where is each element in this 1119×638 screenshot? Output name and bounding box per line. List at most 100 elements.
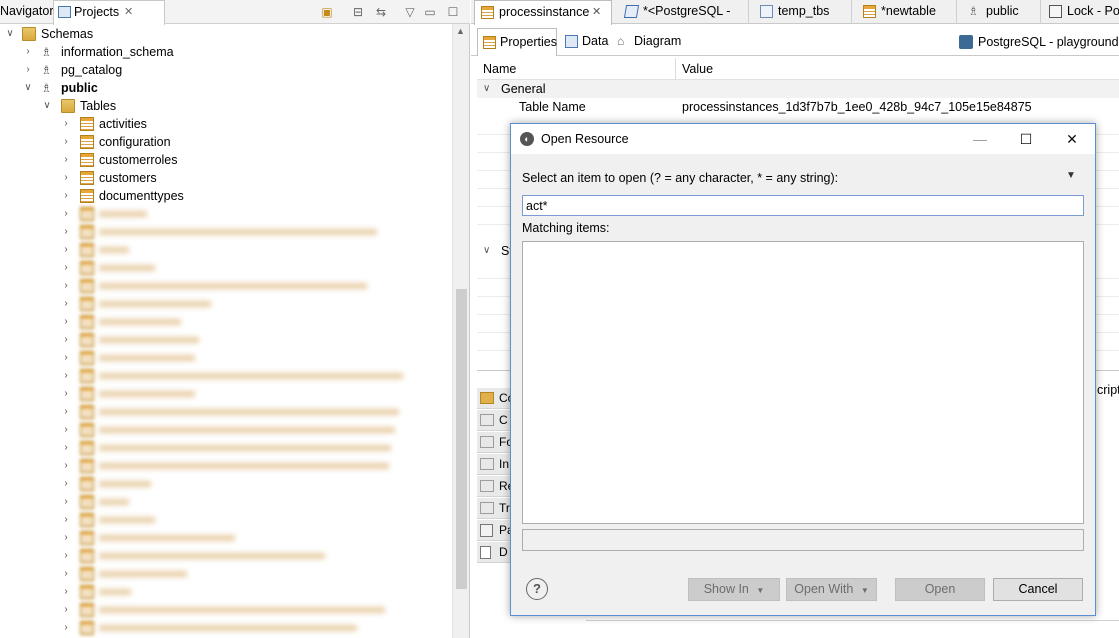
redacted-table-row[interactable]: › bbox=[0, 619, 450, 637]
show-in-button[interactable]: Show In ▼ bbox=[688, 578, 780, 601]
chevron-right-icon[interactable]: › bbox=[60, 241, 72, 259]
new-folder-icon[interactable]: ▣ bbox=[318, 3, 336, 21]
close-tab-icon[interactable]: ✕ bbox=[592, 1, 601, 24]
redacted-table-row[interactable]: › bbox=[0, 511, 450, 529]
chevron-right-icon[interactable]: › bbox=[22, 43, 34, 61]
chevron-right-icon[interactable]: › bbox=[60, 601, 72, 619]
tab-sql-editor[interactable]: *<PostgreSQL - bbox=[619, 0, 749, 24]
search-input[interactable] bbox=[522, 195, 1084, 216]
redacted-table-row[interactable]: › bbox=[0, 475, 450, 493]
chevron-right-icon[interactable]: › bbox=[60, 529, 72, 547]
side-item[interactable]: Re bbox=[477, 476, 511, 497]
chevron-right-icon[interactable]: › bbox=[60, 133, 72, 151]
tree-item-table[interactable]: › customers bbox=[0, 169, 450, 187]
redacted-table-row[interactable]: › bbox=[0, 583, 450, 601]
scroll-up-icon[interactable]: ▲ bbox=[456, 26, 465, 36]
redacted-table-row[interactable]: › bbox=[0, 385, 450, 403]
chevron-right-icon[interactable]: › bbox=[60, 295, 72, 313]
tab-lock[interactable]: Lock - Po bbox=[1043, 0, 1119, 24]
redacted-table-row[interactable]: › bbox=[0, 439, 450, 457]
open-button[interactable]: Open bbox=[895, 578, 985, 601]
tab-temp-tbs[interactable]: temp_tbs bbox=[754, 0, 852, 24]
tree-item-table[interactable]: › configuration bbox=[0, 133, 450, 151]
tree-item-table[interactable]: › activities bbox=[0, 115, 450, 133]
tab-public[interactable]: ♗ public bbox=[962, 0, 1041, 24]
dialog-titlebar[interactable]: ◐ Open Resource — ☐ ✕ bbox=[511, 124, 1095, 154]
chevron-down-icon[interactable]: ∨ bbox=[483, 242, 490, 260]
minimize-icon[interactable]: ▭ bbox=[421, 3, 439, 21]
redacted-table-row[interactable]: › bbox=[0, 223, 450, 241]
group-general[interactable]: ∨ General bbox=[477, 80, 1119, 98]
redacted-table-row[interactable]: › bbox=[0, 331, 450, 349]
tab-navigator[interactable]: Navigator bbox=[0, 0, 58, 24]
chevron-right-icon[interactable]: › bbox=[60, 439, 72, 457]
maximize-icon[interactable]: ☐ bbox=[1003, 124, 1049, 154]
side-item[interactable]: D bbox=[477, 542, 511, 563]
tree-item-table[interactable]: › documenttypes bbox=[0, 187, 450, 205]
chevron-right-icon[interactable]: › bbox=[60, 259, 72, 277]
redacted-table-row[interactable]: › bbox=[0, 601, 450, 619]
tab-processinstance[interactable]: processinstance ✕ bbox=[474, 0, 612, 25]
redacted-table-row[interactable]: › bbox=[0, 205, 450, 223]
redacted-table-row[interactable]: › bbox=[0, 367, 450, 385]
chevron-right-icon[interactable]: › bbox=[60, 511, 72, 529]
chevron-right-icon[interactable]: › bbox=[22, 61, 34, 79]
side-item[interactable]: Co bbox=[477, 388, 511, 409]
chevron-right-icon[interactable]: › bbox=[60, 151, 72, 169]
link-editor-icon[interactable]: ⇆ bbox=[372, 3, 390, 21]
help-icon[interactable]: ? bbox=[526, 578, 548, 600]
close-tab-icon[interactable]: ✕ bbox=[124, 1, 133, 24]
chevron-right-icon[interactable]: › bbox=[60, 475, 72, 493]
chevron-right-icon[interactable]: › bbox=[60, 565, 72, 583]
side-item[interactable]: In bbox=[477, 454, 511, 475]
chevron-right-icon[interactable]: › bbox=[60, 223, 72, 241]
redacted-table-row[interactable]: › bbox=[0, 349, 450, 367]
dropdown-arrow-icon[interactable]: ▼ bbox=[1066, 170, 1076, 181]
chevron-right-icon[interactable]: › bbox=[60, 403, 72, 421]
chevron-right-icon[interactable]: › bbox=[60, 385, 72, 403]
tab-diagram[interactable]: ⌂ Diagram bbox=[612, 28, 682, 56]
redacted-table-row[interactable]: › bbox=[0, 529, 450, 547]
open-with-button[interactable]: Open With ▼ bbox=[786, 578, 877, 601]
chevron-down-icon[interactable]: ∨ bbox=[4, 25, 16, 43]
chevron-right-icon[interactable]: › bbox=[60, 349, 72, 367]
redacted-table-row[interactable]: › bbox=[0, 277, 450, 295]
chevron-right-icon[interactable]: › bbox=[60, 277, 72, 295]
cancel-button[interactable]: Cancel bbox=[993, 578, 1083, 601]
side-item[interactable]: C bbox=[477, 410, 511, 431]
redacted-table-row[interactable]: › bbox=[0, 259, 450, 277]
side-item[interactable]: Tr bbox=[477, 498, 511, 519]
tree-item-schemas[interactable]: ∨ Schemas bbox=[0, 25, 450, 43]
chevron-right-icon[interactable]: › bbox=[60, 547, 72, 565]
redacted-table-row[interactable]: › bbox=[0, 313, 450, 331]
redacted-table-row[interactable]: › bbox=[0, 493, 450, 511]
chevron-right-icon[interactable]: › bbox=[60, 115, 72, 133]
collapse-all-icon[interactable]: ⊟ bbox=[349, 3, 367, 21]
matching-items-list[interactable] bbox=[522, 241, 1084, 524]
tab-newtable[interactable]: *newtable bbox=[857, 0, 957, 24]
tab-properties[interactable]: Properties bbox=[477, 28, 557, 56]
redacted-table-row[interactable]: › bbox=[0, 457, 450, 475]
tab-data[interactable]: Data bbox=[560, 28, 610, 56]
redacted-table-row[interactable]: › bbox=[0, 421, 450, 439]
chevron-right-icon[interactable]: › bbox=[60, 313, 72, 331]
chevron-right-icon[interactable]: › bbox=[60, 367, 72, 385]
chevron-right-icon[interactable]: › bbox=[60, 493, 72, 511]
minimize-icon[interactable]: — bbox=[957, 124, 1003, 154]
side-item[interactable]: Fo bbox=[477, 432, 511, 453]
view-menu-icon[interactable]: ▽ bbox=[401, 3, 419, 21]
redacted-table-row[interactable]: › bbox=[0, 403, 450, 421]
chevron-right-icon[interactable]: › bbox=[60, 169, 72, 187]
chevron-right-icon[interactable]: › bbox=[60, 421, 72, 439]
property-row[interactable]: Table Name processinstances_1d3f7b7b_1ee… bbox=[477, 98, 1119, 116]
chevron-down-icon[interactable]: ∨ bbox=[22, 79, 34, 97]
chevron-right-icon[interactable]: › bbox=[60, 619, 72, 637]
chevron-right-icon[interactable]: › bbox=[60, 205, 72, 223]
redacted-table-row[interactable]: › bbox=[0, 547, 450, 565]
connection-indicator[interactable]: PostgreSQL - playground bbox=[957, 33, 1119, 51]
maximize-icon[interactable]: ☐ bbox=[444, 3, 462, 21]
close-icon[interactable]: ✕ bbox=[1049, 124, 1095, 154]
chevron-right-icon[interactable]: › bbox=[60, 187, 72, 205]
redacted-table-row[interactable]: › bbox=[0, 295, 450, 313]
tree-item-schema[interactable]: › ♗ pg_catalog bbox=[0, 61, 450, 79]
